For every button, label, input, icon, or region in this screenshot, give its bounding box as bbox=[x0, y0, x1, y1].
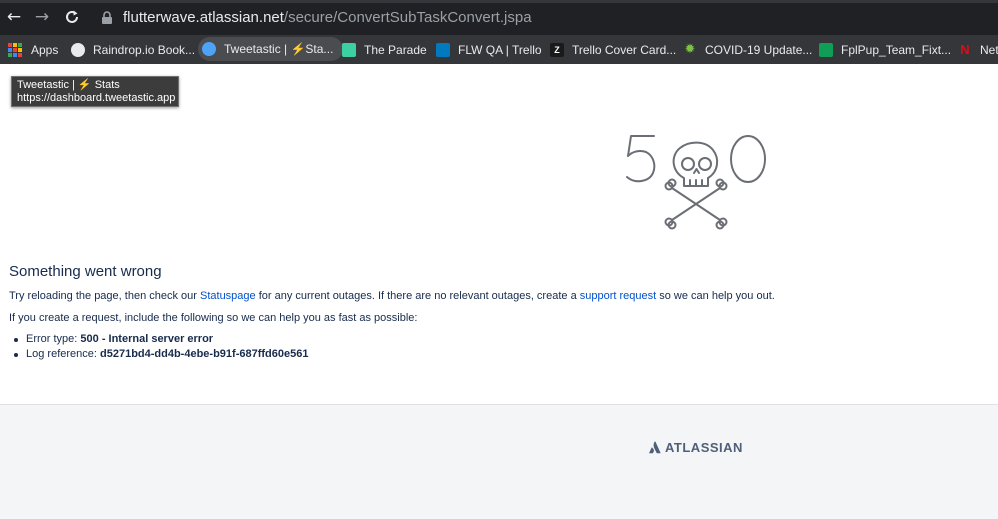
apps-grid-icon bbox=[8, 42, 22, 57]
tooltip-title: Tweetastic | ⚡ Stats bbox=[17, 79, 120, 91]
bookmark-fplpup[interactable]: FplPup_Team_Fixt... bbox=[819, 35, 951, 64]
instructions-text: for any current outages. If there are no… bbox=[255, 290, 580, 302]
bookmark-covid[interactable]: ✹ COVID-19 Update... bbox=[683, 35, 813, 64]
netflix-icon: N bbox=[960, 42, 970, 57]
z-icon: Z bbox=[550, 42, 564, 57]
request-instructions: If you create a request, include the fol… bbox=[9, 312, 418, 324]
tooltip-url: https://dashboard.tweetastic.app bbox=[17, 92, 176, 104]
bookmark-flw-qa-trello[interactable]: FLW QA | Trello bbox=[436, 35, 542, 64]
atlassian-mark-icon bbox=[649, 441, 661, 454]
trello-icon bbox=[436, 42, 450, 57]
detail-label: Log reference: bbox=[26, 348, 100, 360]
address-bar[interactable]: flutterwave.atlassian.net/secure/Convert… bbox=[123, 9, 532, 27]
bookmark-the-parade[interactable]: The Parade bbox=[342, 35, 427, 64]
bookmark-tooltip: Tweetastic | ⚡ Stats https://dashboard.t… bbox=[11, 76, 179, 107]
raindrop-icon bbox=[71, 42, 85, 57]
instructions-text: Try reloading the page, then check our bbox=[9, 290, 200, 302]
log-reference-value: d5271bd4-dd4b-4ebe-b91f-687ffd60e561 bbox=[100, 348, 309, 360]
parade-icon bbox=[342, 42, 356, 57]
bookmarks-bar: Apps Raindrop.io Book... Tweetastic | ⚡S… bbox=[0, 35, 998, 64]
bookmark-label: Trello Cover Card... bbox=[572, 42, 677, 57]
browser-toolbar: ← → flutterwave.atlassian.net/secure/Con… bbox=[0, 0, 998, 35]
bookmark-apps[interactable]: Apps bbox=[8, 35, 58, 64]
log-reference-item: Log reference: d5271bd4-dd4b-4ebe-b91f-6… bbox=[13, 348, 309, 363]
detail-label: Error type: bbox=[26, 333, 81, 345]
reload-icon[interactable] bbox=[63, 8, 81, 26]
tweetastic-icon bbox=[202, 42, 216, 56]
back-arrow-icon[interactable]: ← bbox=[5, 8, 23, 26]
virus-icon: ✹ bbox=[684, 42, 696, 57]
bookmark-label: Net bbox=[980, 42, 998, 57]
error-details-list: Error type: 500 - Internal server error … bbox=[13, 333, 309, 363]
bookmark-label: COVID-19 Update... bbox=[705, 42, 813, 57]
skull-500-illustration bbox=[626, 135, 766, 230]
sheets-icon bbox=[819, 42, 833, 57]
url-host: flutterwave.atlassian.net bbox=[123, 9, 284, 26]
error-type-item: Error type: 500 - Internal server error bbox=[13, 333, 308, 348]
lock-icon[interactable] bbox=[101, 11, 113, 24]
bookmark-label: Tweetastic | ⚡Sta... bbox=[224, 42, 334, 56]
atlassian-logo[interactable]: ATLASSIAN bbox=[649, 440, 743, 455]
bookmark-trello-cover[interactable]: Z Trello Cover Card... bbox=[550, 35, 676, 64]
bookmark-label: The Parade bbox=[364, 42, 427, 57]
reload-instructions: Try reloading the page, then check our S… bbox=[9, 290, 775, 302]
statuspage-link[interactable]: Statuspage bbox=[200, 290, 256, 302]
bookmark-raindrop[interactable]: Raindrop.io Book... bbox=[71, 35, 195, 64]
bookmark-label: FplPup_Team_Fixt... bbox=[841, 42, 952, 57]
bookmark-label: Raindrop.io Book... bbox=[93, 42, 196, 57]
error-type-value: 500 - Internal server error bbox=[80, 333, 214, 345]
forward-arrow-icon[interactable]: → bbox=[33, 8, 51, 26]
url-path: /secure/ConvertSubTaskConvert.jspa bbox=[283, 9, 532, 26]
bookmark-tweetastic[interactable]: Tweetastic | ⚡Sta... bbox=[198, 37, 344, 61]
bookmark-label: Apps bbox=[31, 42, 59, 57]
brand-name: ATLASSIAN bbox=[665, 440, 743, 455]
support-request-link[interactable]: support request bbox=[580, 290, 656, 302]
error-heading: Something went wrong bbox=[9, 263, 162, 280]
page-footer: ATLASSIAN bbox=[0, 404, 998, 519]
bookmark-netflix[interactable]: N Net bbox=[958, 35, 998, 64]
bookmark-label: FLW QA | Trello bbox=[458, 42, 542, 57]
instructions-text: so we can help you out. bbox=[656, 290, 775, 302]
tab-strip-edge bbox=[0, 0, 998, 3]
